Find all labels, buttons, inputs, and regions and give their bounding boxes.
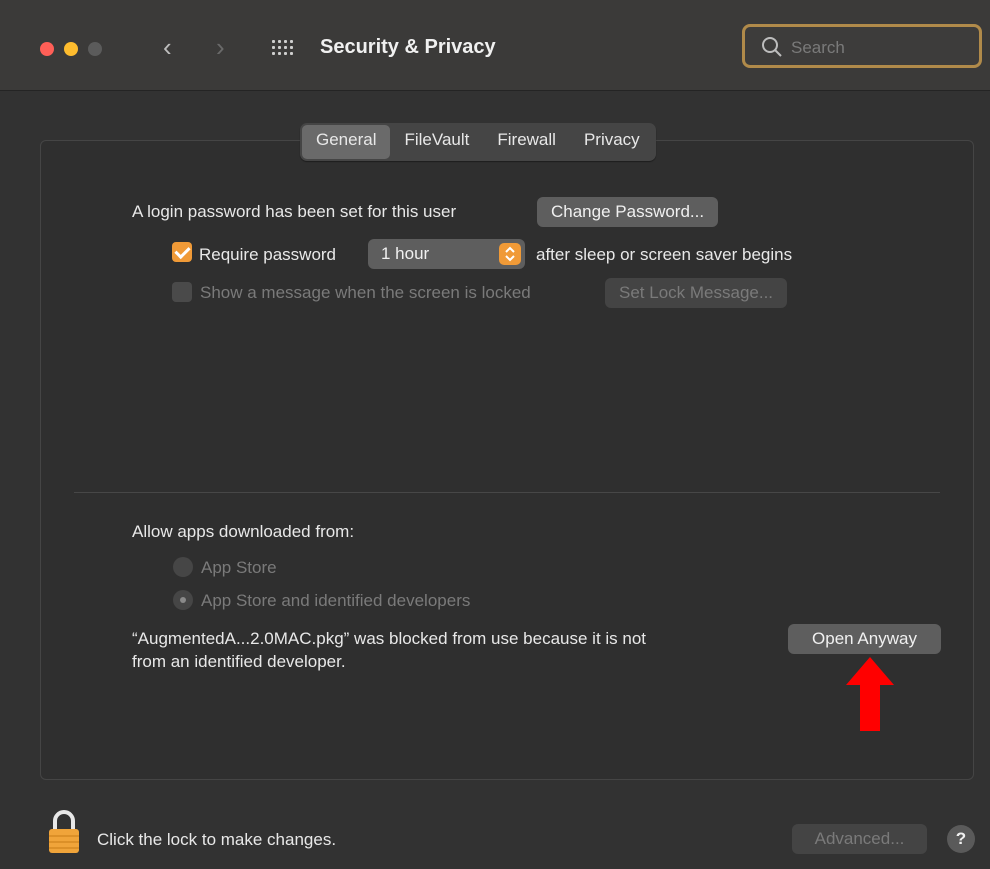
require-password-label: Require password [199,245,337,264]
tab-privacy[interactable]: Privacy [570,125,654,159]
require-password-suffix: after sleep or screen saver begins [536,245,793,264]
change-password-button[interactable]: Change Password... [537,197,719,227]
search-input[interactable] [789,35,973,61]
minimize-window-icon[interactable] [64,42,78,56]
set-lock-message-button[interactable]: Set Lock Message... [605,278,788,308]
section-divider [74,492,940,493]
up-arrow-annotation-icon [846,657,894,731]
advanced-button[interactable]: Advanced... [792,824,927,854]
search-icon [762,37,782,57]
radio-identified-developers[interactable] [173,590,193,610]
require-password-delay-select[interactable]: 1 hour [368,239,525,269]
help-icon[interactable]: ? [947,825,975,853]
lock-instruction-text: Click the lock to make changes. [97,830,337,849]
blocked-message-line2: from an identified developer. [132,652,346,671]
blocked-message-line1: “AugmentedA...2.0MAC.pkg” was blocked fr… [132,629,647,648]
login-password-text: A login password has been set for this u… [132,202,457,221]
allow-apps-heading: Allow apps downloaded from: [132,522,355,541]
tab-firewall[interactable]: Firewall [483,125,570,159]
select-value: 1 hour [381,244,430,263]
title-bar: ‹ › Security & Privacy [0,0,990,91]
show-message-checkbox[interactable] [172,282,192,302]
tab-filevault[interactable]: FileVault [390,125,483,159]
tab-general[interactable]: General [302,125,391,159]
close-window-icon[interactable] [40,42,54,56]
preferences-window: ‹ › Security & Privacy General FileVault… [0,0,990,869]
search-field[interactable] [742,24,982,68]
zoom-window-icon[interactable] [88,42,102,56]
forward-icon[interactable]: › [216,32,225,62]
open-anyway-button[interactable]: Open Anyway [788,624,941,654]
require-password-checkbox[interactable] [172,242,192,262]
tab-bar: General FileVault Firewall Privacy [300,123,656,161]
back-icon[interactable]: ‹ [163,32,172,62]
show-all-grid-icon[interactable] [272,40,294,56]
chevron-updown-icon [499,243,521,265]
lock-icon[interactable] [47,809,81,855]
content-panel [40,140,974,780]
show-message-label: Show a message when the screen is locked [200,283,531,302]
window-title: Security & Privacy [320,36,496,58]
radio-identified-developers-label: App Store and identified developers [201,591,471,610]
radio-app-store[interactable] [173,557,193,577]
radio-app-store-label: App Store [201,558,277,577]
